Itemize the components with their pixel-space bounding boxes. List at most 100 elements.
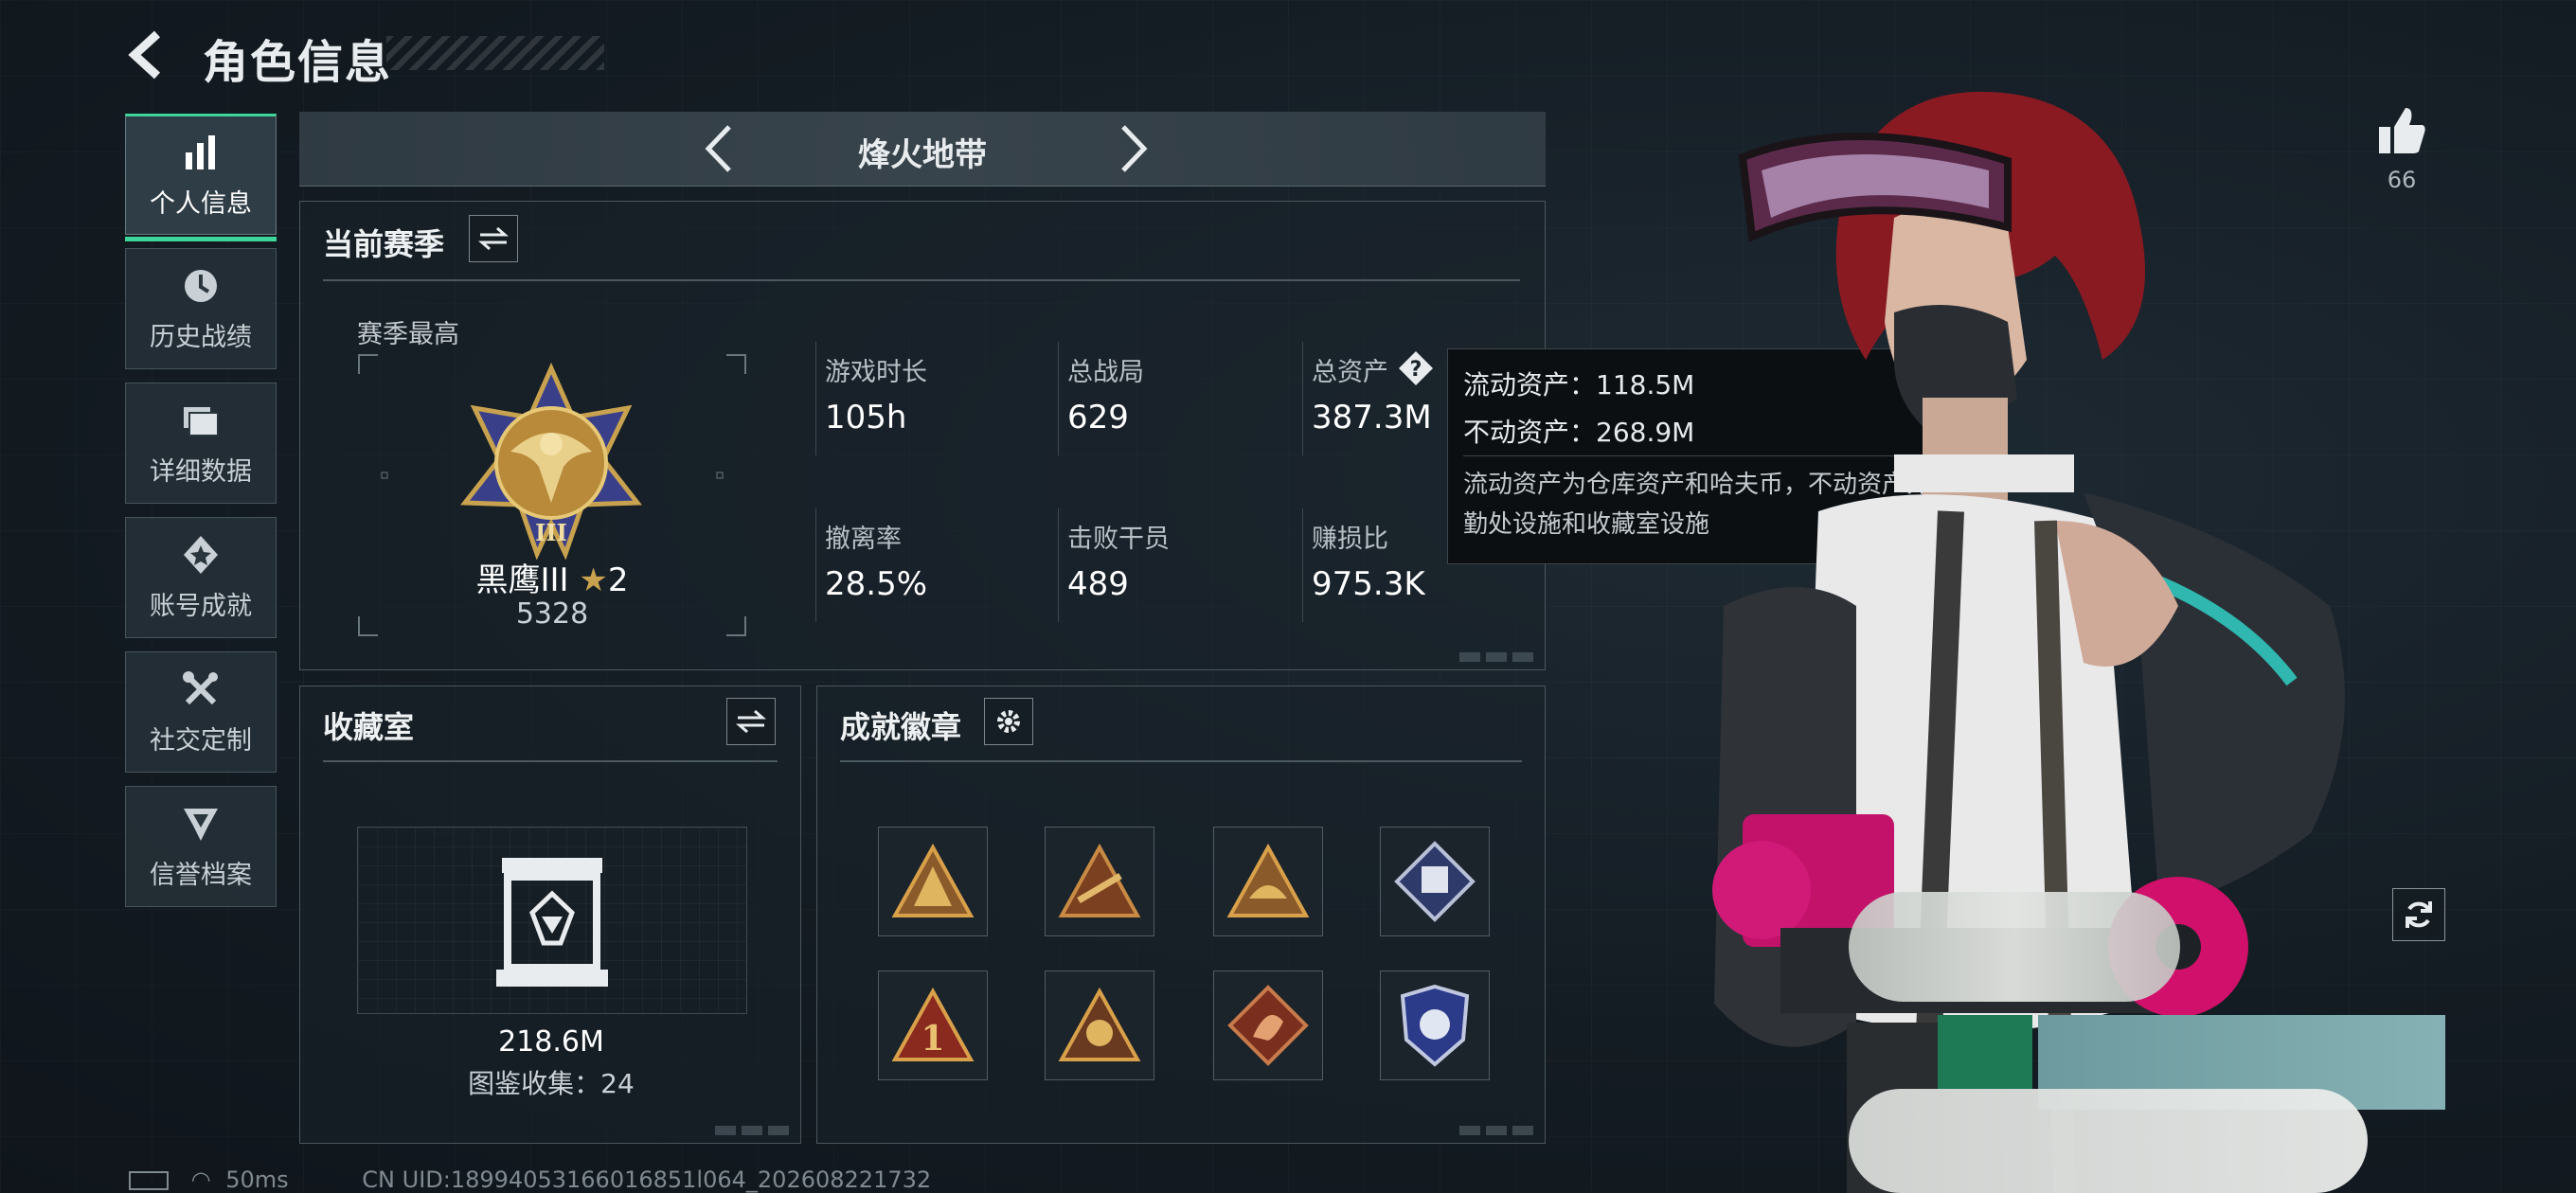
achievements-title: 成就徽章	[840, 709, 962, 745]
folder-icon	[184, 406, 219, 436]
achievement-badge[interactable]	[878, 827, 988, 936]
stat-label-kills: 击败干员	[1067, 525, 1170, 554]
team-logo	[1938, 1015, 2032, 1089]
thumbs-up-icon	[2379, 108, 2425, 153]
corner-decoration	[1459, 1126, 1535, 1135]
triangle-weapon-badge-icon	[1058, 844, 1141, 917]
corner-decoration	[715, 1126, 791, 1135]
stat-divider	[815, 342, 816, 455]
like-button[interactable]	[2375, 104, 2428, 161]
achievement-badge[interactable]	[1380, 970, 1490, 1080]
stat-value-extract-rate: 28.5%	[825, 565, 928, 603]
rank-stars: 2	[607, 561, 629, 599]
nav-label: 个人信息	[150, 188, 252, 219]
swap-arrows-icon	[736, 709, 766, 734]
achievement-badge[interactable]: 1	[878, 970, 988, 1080]
gear-icon	[997, 710, 1020, 733]
battery-icon	[129, 1171, 169, 1190]
rank-name-row: 黑鹰III ★2	[357, 554, 747, 600]
achievement-badge[interactable]	[1213, 970, 1323, 1080]
nav-item-achievements[interactable]: 账号成就	[125, 517, 277, 638]
stat-value-total-assets: 387.3M	[1312, 399, 1432, 436]
nav-item-social[interactable]: 社交定制	[125, 651, 277, 773]
question-diamond-icon: ?	[1399, 351, 1433, 385]
corner-decoration	[1459, 652, 1535, 662]
help-button[interactable]: ?	[1397, 349, 1435, 387]
season-separator	[323, 279, 1520, 281]
collection-panel: 收藏室 218.6M 图鉴收集：24	[299, 686, 801, 1144]
chevron-right-icon	[1121, 125, 1148, 172]
achievements-settings-button[interactable]	[984, 698, 1033, 745]
stat-divider	[1302, 508, 1303, 622]
ping-value: 50ms	[225, 1166, 289, 1193]
collection-value: 218.6M	[498, 1025, 604, 1059]
achievement-badge[interactable]	[1380, 827, 1490, 936]
mode-title: 烽火地带	[858, 136, 987, 174]
nav-item-reputation[interactable]: 信誉档案	[125, 786, 277, 907]
title-decoration	[386, 36, 604, 70]
stat-value-playtime: 105h	[825, 399, 907, 436]
mode-selector: 烽火地带	[299, 112, 1546, 187]
nav-item-personal-info[interactable]: 个人信息	[125, 114, 277, 241]
rank-medal-icon: III	[460, 362, 642, 560]
achievement-star-icon	[184, 535, 218, 574]
blurred-player-info	[1849, 1089, 2368, 1193]
nav-label: 详细数据	[150, 456, 252, 487]
display-case-icon	[496, 858, 608, 987]
uid-text: CN UID:18994053166016851l064_20260822173…	[362, 1166, 932, 1193]
season-switch-button[interactable]	[469, 215, 518, 262]
stat-label-extract-rate: 撤离率	[825, 525, 902, 554]
svg-text:III: III	[535, 519, 567, 546]
triangle-number-one-badge-icon: 1	[891, 988, 975, 1061]
triangle-soldiers-badge-icon	[891, 844, 975, 917]
achievements-panel: 成就徽章 1	[816, 686, 1546, 1144]
achievement-badge[interactable]	[1213, 827, 1323, 936]
refresh-icon	[2406, 901, 2432, 928]
wifi-icon: ◠	[190, 1166, 211, 1193]
rank-name: 黑鹰III	[475, 561, 569, 599]
stat-label-matches: 总战局	[1067, 358, 1144, 387]
like-area: 66	[2364, 104, 2440, 193]
collection-title: 收藏室	[323, 709, 415, 745]
stat-value-matches: 629	[1067, 399, 1129, 436]
rank-score: 5328	[515, 597, 589, 631]
blurred-player-name	[1849, 892, 2180, 1002]
star-icon: ★	[579, 561, 608, 599]
nav-item-detailed-data[interactable]: 详细数据	[125, 383, 277, 504]
achievement-badge[interactable]	[1045, 827, 1154, 936]
collection-catalog-count: 图鉴收集：24	[468, 1068, 635, 1099]
svg-text:1: 1	[921, 1019, 944, 1059]
refresh-button[interactable]	[2392, 888, 2445, 941]
nav-item-history[interactable]: 历史战绩	[125, 248, 277, 369]
svg-text:?: ?	[1410, 358, 1422, 382]
diamond-crate-badge-icon	[1394, 841, 1476, 922]
stat-divider	[815, 508, 816, 622]
swap-arrows-icon	[478, 226, 509, 251]
stat-value-kills: 489	[1067, 565, 1129, 603]
triangle-helmet-badge-icon	[1226, 844, 1310, 917]
collection-showcase[interactable]	[357, 827, 747, 1014]
nav-label: 社交定制	[150, 725, 252, 756]
tools-icon	[183, 670, 218, 704]
next-mode-button[interactable]	[1104, 121, 1161, 176]
achievement-badge[interactable]	[1045, 970, 1154, 1080]
status-footer: ◠ 50ms CN UID:18994053166016851l064_2026…	[129, 1166, 931, 1193]
stat-value-profit-ratio: 975.3K	[1312, 565, 1425, 603]
stat-label-total-assets: 总资产	[1312, 358, 1388, 387]
achievements-separator	[840, 760, 1522, 762]
stat-label-profit-ratio: 赚损比	[1312, 525, 1388, 554]
bar-chart-icon	[186, 134, 215, 169]
back-arrow-icon	[128, 30, 161, 80]
collection-separator	[323, 760, 778, 762]
shield-crest-badge-icon	[1400, 984, 1470, 1067]
stat-divider	[1058, 342, 1059, 455]
season-best-label: 赛季最高	[357, 320, 459, 349]
collection-switch-button[interactable]	[726, 698, 776, 745]
stat-label-playtime: 游戏时长	[825, 358, 927, 387]
page-title: 角色信息	[203, 36, 393, 89]
back-button[interactable]	[125, 28, 172, 81]
shield-emblem-icon	[184, 808, 218, 841]
like-count: 66	[2387, 167, 2417, 193]
stat-divider	[1302, 342, 1303, 455]
nav-label: 账号成就	[150, 591, 252, 621]
